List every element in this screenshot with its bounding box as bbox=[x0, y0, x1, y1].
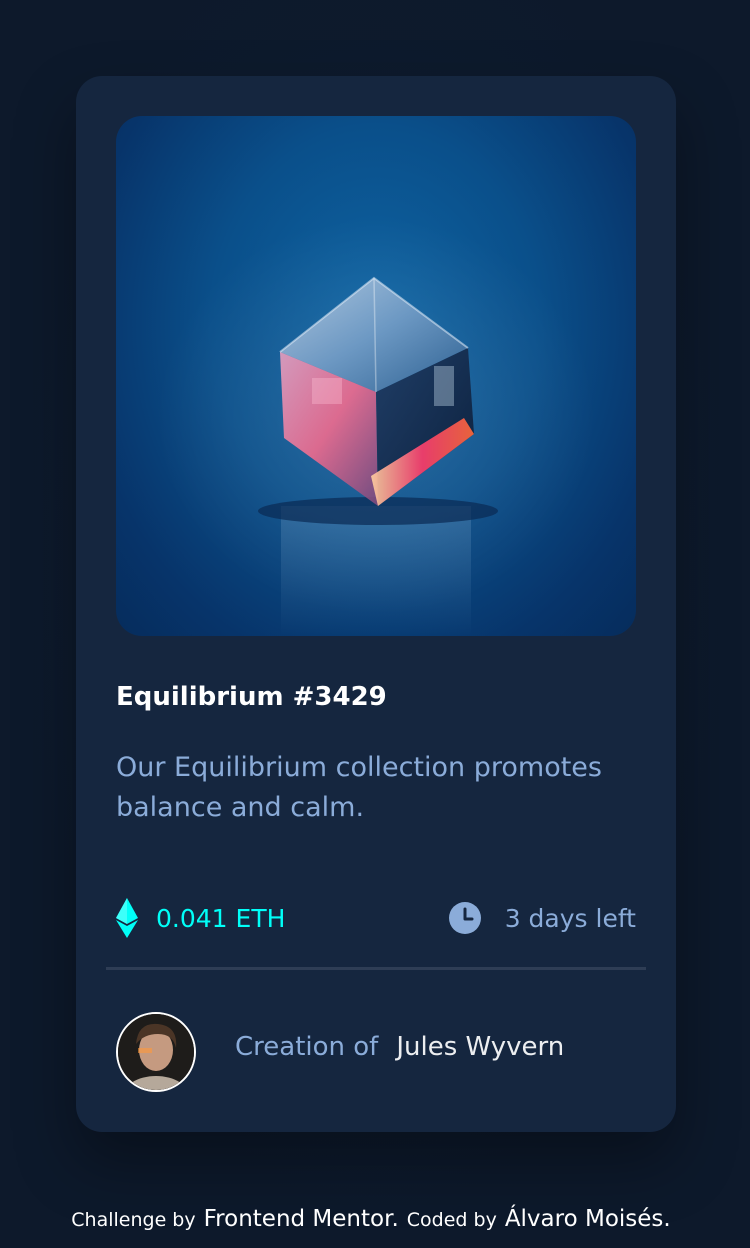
avatar bbox=[116, 1012, 196, 1092]
clock-icon bbox=[448, 902, 481, 934]
creator-name-link[interactable]: Jules Wyvern bbox=[396, 1032, 564, 1062]
time-left-value: 3 days left bbox=[504, 903, 636, 933]
divider bbox=[106, 967, 646, 970]
coded-prefix: Coded by bbox=[406, 1209, 497, 1231]
attribution: Challenge by Frontend Mentor. Coded by Álva… bbox=[0, 1206, 750, 1232]
nft-card: Equilibrium #3429 Our Equilibrium collec… bbox=[76, 76, 676, 1132]
time-left-group: 3 days left bbox=[448, 896, 636, 940]
author-link[interactable]: Álvaro Moisés. bbox=[505, 1206, 671, 1232]
nft-description: Our Equilibrium collection promotes bala… bbox=[116, 752, 602, 823]
price-group: 0.041 ETH bbox=[116, 896, 285, 940]
challenge-prefix: Challenge by bbox=[71, 1209, 196, 1231]
cube-equilibrium-image[interactable] bbox=[116, 116, 636, 636]
frontend-mentor-link[interactable]: Frontend Mentor. bbox=[204, 1206, 399, 1232]
ethereum-icon bbox=[116, 898, 138, 938]
creator-line: Creation of Jules Wyvern bbox=[235, 1032, 564, 1062]
price-value: 0.041 ETH bbox=[156, 903, 286, 933]
nft-title[interactable]: Equilibrium #3429 bbox=[116, 682, 387, 712]
creator-prefix: Creation of bbox=[235, 1032, 379, 1062]
page: Equilibrium #3429 Our Equilibrium collec… bbox=[0, 0, 750, 1248]
